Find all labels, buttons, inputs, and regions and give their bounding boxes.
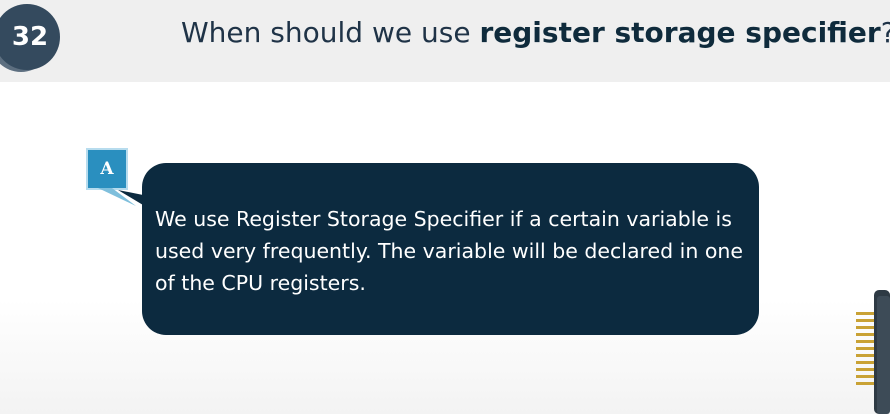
answer-badge: A: [86, 148, 128, 190]
question-title: When should we use register storage spec…: [181, 16, 890, 49]
cpu-chip-icon: [856, 290, 890, 414]
answer-text: We use Register Storage Specifier if a c…: [155, 207, 744, 295]
question-title-suffix: ?: [881, 16, 890, 49]
question-title-bold: register storage specifier: [479, 16, 881, 49]
answer-bubble: We use Register Storage Specifier if a c…: [142, 163, 759, 335]
answer-badge-tail: [98, 188, 136, 206]
question-title-prefix: When should we use: [181, 16, 480, 49]
